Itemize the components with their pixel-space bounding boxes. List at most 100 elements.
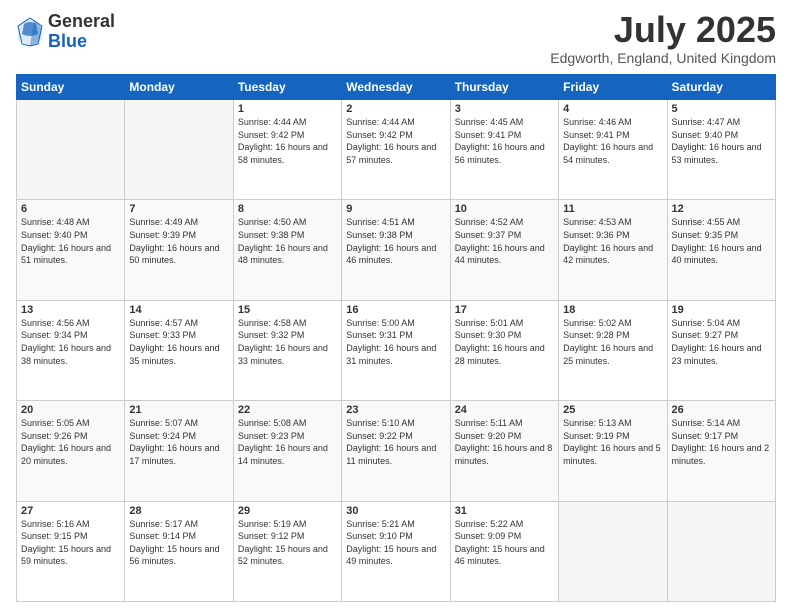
day-header-wednesday: Wednesday <box>342 75 450 100</box>
day-info: Sunrise: 4:53 AM Sunset: 9:36 PM Dayligh… <box>563 216 662 266</box>
day-info: Sunrise: 5:19 AM Sunset: 9:12 PM Dayligh… <box>238 518 337 568</box>
calendar-table: SundayMondayTuesdayWednesdayThursdayFrid… <box>16 74 776 602</box>
day-info: Sunrise: 5:02 AM Sunset: 9:28 PM Dayligh… <box>563 317 662 367</box>
day-info: Sunrise: 4:58 AM Sunset: 9:32 PM Dayligh… <box>238 317 337 367</box>
day-number: 5 <box>672 103 771 115</box>
calendar-week-5: 27Sunrise: 5:16 AM Sunset: 9:15 PM Dayli… <box>17 501 776 601</box>
logo-line1: General <box>48 12 115 32</box>
calendar-cell: 6Sunrise: 4:48 AM Sunset: 9:40 PM Daylig… <box>17 200 125 300</box>
day-info: Sunrise: 4:44 AM Sunset: 9:42 PM Dayligh… <box>346 116 445 166</box>
day-number: 31 <box>455 505 554 517</box>
day-number: 8 <box>238 203 337 215</box>
day-info: Sunrise: 4:48 AM Sunset: 9:40 PM Dayligh… <box>21 216 120 266</box>
day-header-saturday: Saturday <box>667 75 775 100</box>
day-number: 10 <box>455 203 554 215</box>
day-info: Sunrise: 4:45 AM Sunset: 9:41 PM Dayligh… <box>455 116 554 166</box>
day-header-thursday: Thursday <box>450 75 558 100</box>
day-header-friday: Friday <box>559 75 667 100</box>
day-info: Sunrise: 4:50 AM Sunset: 9:38 PM Dayligh… <box>238 216 337 266</box>
day-number: 29 <box>238 505 337 517</box>
day-info: Sunrise: 5:21 AM Sunset: 9:10 PM Dayligh… <box>346 518 445 568</box>
day-number: 17 <box>455 304 554 316</box>
day-header-sunday: Sunday <box>17 75 125 100</box>
day-number: 11 <box>563 203 662 215</box>
page: General Blue July 2025 Edgworth, England… <box>0 0 792 612</box>
day-number: 28 <box>129 505 228 517</box>
calendar-cell: 8Sunrise: 4:50 AM Sunset: 9:38 PM Daylig… <box>233 200 341 300</box>
day-info: Sunrise: 5:04 AM Sunset: 9:27 PM Dayligh… <box>672 317 771 367</box>
calendar-cell: 7Sunrise: 4:49 AM Sunset: 9:39 PM Daylig… <box>125 200 233 300</box>
day-header-monday: Monday <box>125 75 233 100</box>
calendar-cell: 15Sunrise: 4:58 AM Sunset: 9:32 PM Dayli… <box>233 300 341 400</box>
calendar-cell: 22Sunrise: 5:08 AM Sunset: 9:23 PM Dayli… <box>233 401 341 501</box>
day-info: Sunrise: 4:49 AM Sunset: 9:39 PM Dayligh… <box>129 216 228 266</box>
calendar-cell: 26Sunrise: 5:14 AM Sunset: 9:17 PM Dayli… <box>667 401 775 501</box>
day-info: Sunrise: 5:14 AM Sunset: 9:17 PM Dayligh… <box>672 417 771 467</box>
calendar-cell: 16Sunrise: 5:00 AM Sunset: 9:31 PM Dayli… <box>342 300 450 400</box>
calendar-cell: 9Sunrise: 4:51 AM Sunset: 9:38 PM Daylig… <box>342 200 450 300</box>
calendar-cell: 31Sunrise: 5:22 AM Sunset: 9:09 PM Dayli… <box>450 501 558 601</box>
day-number: 6 <box>21 203 120 215</box>
day-info: Sunrise: 4:46 AM Sunset: 9:41 PM Dayligh… <box>563 116 662 166</box>
calendar-cell: 11Sunrise: 4:53 AM Sunset: 9:36 PM Dayli… <box>559 200 667 300</box>
day-number: 20 <box>21 404 120 416</box>
day-info: Sunrise: 5:10 AM Sunset: 9:22 PM Dayligh… <box>346 417 445 467</box>
day-info: Sunrise: 5:00 AM Sunset: 9:31 PM Dayligh… <box>346 317 445 367</box>
day-number: 2 <box>346 103 445 115</box>
calendar-cell <box>17 100 125 200</box>
calendar-cell: 24Sunrise: 5:11 AM Sunset: 9:20 PM Dayli… <box>450 401 558 501</box>
calendar-cell: 30Sunrise: 5:21 AM Sunset: 9:10 PM Dayli… <box>342 501 450 601</box>
day-number: 4 <box>563 103 662 115</box>
calendar-cell: 3Sunrise: 4:45 AM Sunset: 9:41 PM Daylig… <box>450 100 558 200</box>
day-number: 22 <box>238 404 337 416</box>
calendar-cell: 5Sunrise: 4:47 AM Sunset: 9:40 PM Daylig… <box>667 100 775 200</box>
day-number: 21 <box>129 404 228 416</box>
day-number: 1 <box>238 103 337 115</box>
calendar-cell: 10Sunrise: 4:52 AM Sunset: 9:37 PM Dayli… <box>450 200 558 300</box>
calendar-cell <box>667 501 775 601</box>
day-info: Sunrise: 5:08 AM Sunset: 9:23 PM Dayligh… <box>238 417 337 467</box>
logo: General Blue <box>16 12 115 52</box>
calendar-cell: 19Sunrise: 5:04 AM Sunset: 9:27 PM Dayli… <box>667 300 775 400</box>
day-number: 27 <box>21 505 120 517</box>
day-number: 14 <box>129 304 228 316</box>
day-info: Sunrise: 5:17 AM Sunset: 9:14 PM Dayligh… <box>129 518 228 568</box>
calendar-cell: 17Sunrise: 5:01 AM Sunset: 9:30 PM Dayli… <box>450 300 558 400</box>
calendar-cell: 13Sunrise: 4:56 AM Sunset: 9:34 PM Dayli… <box>17 300 125 400</box>
day-info: Sunrise: 4:47 AM Sunset: 9:40 PM Dayligh… <box>672 116 771 166</box>
calendar-week-3: 13Sunrise: 4:56 AM Sunset: 9:34 PM Dayli… <box>17 300 776 400</box>
calendar-body: 1Sunrise: 4:44 AM Sunset: 9:42 PM Daylig… <box>17 100 776 602</box>
calendar-cell: 12Sunrise: 4:55 AM Sunset: 9:35 PM Dayli… <box>667 200 775 300</box>
day-info: Sunrise: 4:57 AM Sunset: 9:33 PM Dayligh… <box>129 317 228 367</box>
calendar-cell <box>559 501 667 601</box>
logo-text: General Blue <box>48 12 115 52</box>
day-info: Sunrise: 5:22 AM Sunset: 9:09 PM Dayligh… <box>455 518 554 568</box>
calendar-week-2: 6Sunrise: 4:48 AM Sunset: 9:40 PM Daylig… <box>17 200 776 300</box>
day-number: 15 <box>238 304 337 316</box>
day-info: Sunrise: 5:13 AM Sunset: 9:19 PM Dayligh… <box>563 417 662 467</box>
day-number: 16 <box>346 304 445 316</box>
day-info: Sunrise: 4:44 AM Sunset: 9:42 PM Dayligh… <box>238 116 337 166</box>
day-number: 30 <box>346 505 445 517</box>
day-number: 12 <box>672 203 771 215</box>
calendar-cell: 25Sunrise: 5:13 AM Sunset: 9:19 PM Dayli… <box>559 401 667 501</box>
calendar-cell: 21Sunrise: 5:07 AM Sunset: 9:24 PM Dayli… <box>125 401 233 501</box>
day-number: 9 <box>346 203 445 215</box>
title-block: July 2025 Edgworth, England, United King… <box>550 12 776 66</box>
day-number: 19 <box>672 304 771 316</box>
calendar-week-4: 20Sunrise: 5:05 AM Sunset: 9:26 PM Dayli… <box>17 401 776 501</box>
header: General Blue July 2025 Edgworth, England… <box>16 12 776 66</box>
day-number: 18 <box>563 304 662 316</box>
day-number: 25 <box>563 404 662 416</box>
day-number: 3 <box>455 103 554 115</box>
logo-icon <box>16 16 44 48</box>
day-info: Sunrise: 5:11 AM Sunset: 9:20 PM Dayligh… <box>455 417 554 467</box>
day-header-tuesday: Tuesday <box>233 75 341 100</box>
main-title: July 2025 <box>550 12 776 48</box>
day-info: Sunrise: 4:55 AM Sunset: 9:35 PM Dayligh… <box>672 216 771 266</box>
calendar-week-1: 1Sunrise: 4:44 AM Sunset: 9:42 PM Daylig… <box>17 100 776 200</box>
calendar-cell: 29Sunrise: 5:19 AM Sunset: 9:12 PM Dayli… <box>233 501 341 601</box>
day-number: 7 <box>129 203 228 215</box>
day-number: 23 <box>346 404 445 416</box>
calendar-cell: 20Sunrise: 5:05 AM Sunset: 9:26 PM Dayli… <box>17 401 125 501</box>
